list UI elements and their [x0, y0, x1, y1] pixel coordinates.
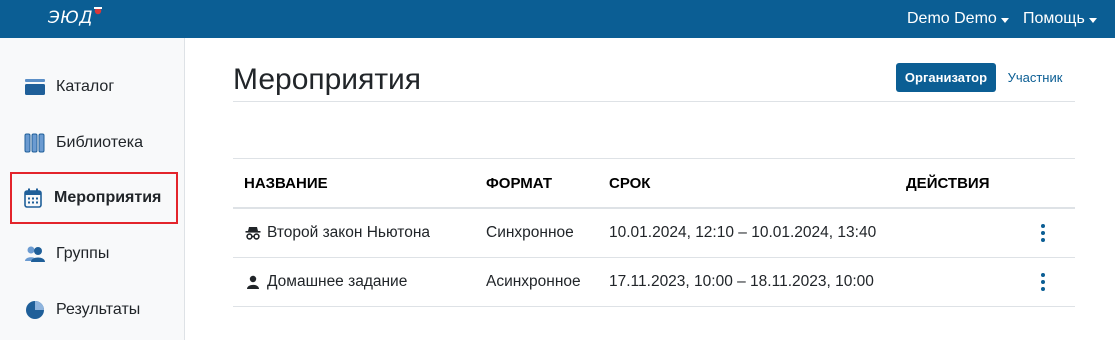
- column-header-term: СРОК: [609, 175, 651, 192]
- sidebar-item-label: Мероприятия: [54, 189, 162, 206]
- chevron-down-icon: [1088, 17, 1097, 23]
- title-divider: [233, 101, 1075, 102]
- event-term: 10.01.2024, 12:10 – 10.01.2024, 13:40: [609, 224, 877, 241]
- column-header-name: НАЗВАНИЕ: [244, 175, 328, 192]
- event-name: Домашнее задание: [267, 273, 408, 290]
- table-row-divider: [233, 257, 1075, 258]
- table-header-divider: [233, 207, 1075, 209]
- users-icon: [24, 243, 46, 265]
- sidebar-item-label: Каталог: [56, 78, 115, 95]
- event-name: Второй закон Ньютона: [267, 224, 431, 241]
- person-icon: [245, 274, 261, 290]
- sidebar-item-catalog[interactable]: Каталог: [12, 62, 177, 112]
- table-row-name[interactable]: Домашнее задание: [245, 270, 407, 294]
- sidebar-item-events[interactable]: Мероприятия: [10, 172, 178, 224]
- sidebar: Каталог Библиотека Мероприятия Группы Ре…: [0, 38, 185, 340]
- user-menu[interactable]: Demo Demo: [907, 0, 1009, 38]
- row-actions-kebab-icon[interactable]: [1036, 221, 1050, 245]
- table-top-border: [233, 158, 1075, 159]
- row-actions-kebab-icon[interactable]: [1036, 270, 1050, 294]
- top-navbar: ЭЮД Demo Demo Помощь: [0, 0, 1115, 38]
- organizer-tab-button[interactable]: Организатор: [896, 63, 996, 92]
- sidebar-item-label: Группы: [56, 245, 110, 262]
- sidebar-item-library[interactable]: Библиотека: [12, 118, 177, 168]
- chevron-down-icon: [1000, 17, 1009, 23]
- incognito-icon: [245, 225, 261, 241]
- logo-text: ЭЮД: [48, 8, 94, 28]
- logo-hat-icon: [94, 7, 102, 15]
- pie-chart-icon: [24, 299, 46, 321]
- sidebar-item-label: Результаты: [56, 301, 141, 318]
- sidebar-item-label: Библиотека: [56, 134, 143, 151]
- event-format: Синхронное: [486, 224, 574, 241]
- app-logo[interactable]: ЭЮД: [48, 6, 102, 30]
- help-menu-label: Помощь: [1023, 10, 1085, 27]
- sidebar-item-results[interactable]: Результаты: [12, 285, 177, 335]
- page-title: Мероприятия: [233, 63, 422, 96]
- catalog-icon: [24, 76, 46, 98]
- table-row-divider: [233, 306, 1075, 307]
- calendar-icon: [22, 187, 44, 209]
- column-header-actions: ДЕЙСТВИЯ: [906, 175, 990, 192]
- event-term: 17.11.2023, 10:00 – 18.11.2023, 10:00: [609, 273, 874, 290]
- event-format: Асинхронное: [486, 273, 581, 290]
- sidebar-item-groups[interactable]: Группы: [12, 229, 177, 279]
- library-icon: [24, 132, 46, 154]
- table-row-name[interactable]: Второй закон Ньютона: [245, 221, 430, 245]
- participant-tab-button[interactable]: Участник: [1000, 63, 1070, 92]
- help-menu[interactable]: Помощь: [1023, 0, 1097, 38]
- column-header-format: ФОРМАТ: [486, 175, 553, 192]
- user-menu-label: Demo Demo: [907, 10, 997, 27]
